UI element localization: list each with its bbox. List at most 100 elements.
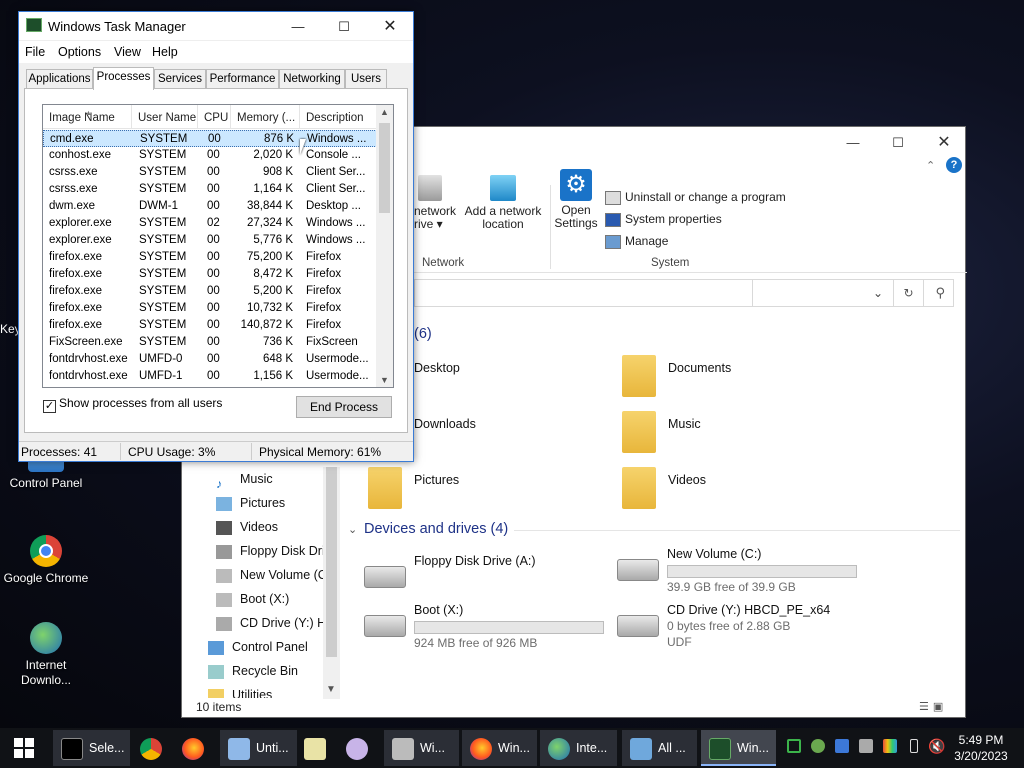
add-network-location-button[interactable]: Add a network location (462, 175, 544, 231)
tab-processes[interactable]: Processes (93, 67, 154, 90)
process-row[interactable]: fontdrvhost.exe UMFD-0 00 648 K Usermode... (43, 351, 377, 368)
scrollbar-thumb[interactable] (326, 467, 337, 657)
nav-item-recycle-bin[interactable]: Recycle Bin (208, 660, 316, 682)
desktop-icon-internet-download[interactable]: Internet Downlo... (0, 622, 92, 688)
taskbar-item-firefox[interactable] (182, 730, 206, 766)
tray-network-tool-icon[interactable] (811, 739, 825, 753)
menu-options[interactable]: Options (58, 45, 101, 59)
nav-item-boot[interactable]: Boot (X:) (216, 588, 324, 610)
maximize-button[interactable]: ☐ (875, 131, 921, 155)
tab-applications[interactable]: Applications (26, 69, 93, 89)
nav-item-cd-drive[interactable]: CD Drive (Y:) H (216, 612, 324, 634)
system-properties-button[interactable]: System properties (605, 210, 722, 228)
taskbar-item-firefox-window[interactable]: Win... (462, 730, 537, 766)
tray-display-icon[interactable] (883, 739, 897, 753)
process-cell-cpu: 00 (207, 251, 220, 263)
nav-item-videos[interactable]: Videos (216, 516, 324, 538)
manage-button[interactable]: Manage (605, 232, 668, 250)
taskbar-item-app-1[interactable] (304, 730, 328, 766)
volume-muted-icon[interactable]: 🔇 (928, 738, 945, 755)
process-row[interactable]: cmd.exe SYSTEM 00 876 K Windows ... (43, 130, 377, 147)
process-list-scrollbar[interactable]: ▲ ▼ (376, 105, 393, 387)
nav-item-music[interactable]: ♪ Music (216, 468, 324, 490)
column-cpu[interactable]: CPU (198, 105, 231, 129)
tray-settings-icon[interactable] (859, 739, 873, 753)
tray-battery-icon[interactable] (787, 739, 801, 753)
hard-drive-icon (216, 568, 232, 583)
clock[interactable]: 5:49 PM 3/20/2023 (950, 732, 1012, 764)
search-input[interactable]: ⚲ (752, 279, 954, 307)
uninstall-program-button[interactable]: Uninstall or change a program (605, 188, 786, 206)
taskbar-item-cmd[interactable]: Sele... (53, 730, 130, 766)
taskbar-item-untitled[interactable]: Unti... (220, 730, 297, 766)
process-row[interactable]: firefox.exe SYSTEM 00 8,472 K Firefox (43, 266, 377, 283)
nav-item-new-volume[interactable]: New Volume (C (216, 564, 324, 586)
scrollbar-thumb[interactable] (379, 123, 390, 213)
nav-item-pictures[interactable]: Pictures (216, 492, 324, 514)
maximize-button[interactable]: ☐ (321, 14, 367, 40)
scroll-down-icon[interactable]: ▼ (380, 375, 389, 385)
process-row[interactable]: fontdrvhost.exe UMFD-1 00 1,156 K Usermode..… (43, 368, 377, 385)
close-button[interactable]: ✕ (921, 131, 967, 155)
menu-view[interactable]: View (114, 45, 141, 59)
process-list[interactable]: ▲ Image Name User Name CPU Memory (... De… (42, 104, 394, 388)
tray-network-icon[interactable] (835, 739, 849, 753)
drive-cd[interactable]: CD Drive (Y:) HBCD_PE_x64 0 bytes free o… (617, 603, 877, 667)
tab-networking[interactable]: Networking (279, 69, 345, 89)
process-row[interactable]: firefox.exe SYSTEM 00 140,872 K Firefox (43, 317, 377, 334)
drive-floppy[interactable]: Floppy Disk Drive (A:) (364, 554, 604, 604)
ribbon-collapse-icon[interactable]: ⌃ (926, 159, 935, 172)
process-row[interactable]: firefox.exe SYSTEM 00 5,200 K Firefox (43, 283, 377, 300)
menu-file[interactable]: File (25, 45, 45, 59)
process-row[interactable]: conhost.exe SYSTEM 00 2,020 K Console ... (43, 147, 377, 164)
taskbar-item-internet-download[interactable]: Inte... (540, 730, 617, 766)
nav-item-control-panel[interactable]: Control Panel (208, 636, 316, 658)
start-button[interactable] (0, 728, 48, 768)
minimize-button[interactable]: — (830, 131, 876, 155)
show-all-users-checkbox[interactable]: ✓ Show processes from all users (43, 396, 222, 413)
clock-date: 3/20/2023 (954, 749, 1008, 763)
process-row[interactable]: explorer.exe SYSTEM 00 5,776 K Windows ... (43, 232, 377, 249)
videos-icon (216, 520, 232, 535)
end-process-button[interactable]: End Process (296, 396, 392, 418)
chevron-down-icon[interactable]: ⌄ (348, 523, 357, 536)
nav-item-utilities[interactable]: Utilities (208, 684, 316, 698)
tab-users[interactable]: Users (345, 69, 387, 89)
scroll-up-icon[interactable]: ▲ (380, 107, 389, 117)
process-row[interactable]: dwm.exe DWM-1 00 38,844 K Desktop ... (43, 198, 377, 215)
close-button[interactable]: ✕ (367, 14, 413, 40)
nav-item-floppy[interactable]: Floppy Disk Dri (216, 540, 324, 562)
process-row[interactable]: explorer.exe SYSTEM 02 27,324 K Windows ... (43, 215, 377, 232)
open-settings-button[interactable]: ⚙ Open Settings (554, 169, 598, 230)
help-icon[interactable]: ? (946, 157, 962, 173)
process-row[interactable]: csrss.exe SYSTEM 00 908 K Client Ser... (43, 164, 377, 181)
nav-scrollbar[interactable]: ▼ (323, 467, 340, 699)
drive-boot[interactable]: Boot (X:) 924 MB free of 926 MB (364, 603, 614, 653)
process-cell-name: csrss.exe (49, 166, 98, 178)
process-row[interactable]: firefox.exe SYSTEM 00 10,732 K Firefox (43, 300, 377, 317)
process-row[interactable]: firefox.exe SYSTEM 00 75,200 K Firefox (43, 249, 377, 266)
column-memory[interactable]: Memory (... (231, 105, 300, 129)
tab-performance[interactable]: Performance (206, 69, 279, 89)
column-description[interactable]: Description (300, 105, 377, 129)
taskbar-item-all[interactable]: All ... (622, 730, 697, 766)
scroll-down-icon[interactable]: ▼ (326, 684, 336, 695)
checkbox-icon[interactable]: ✓ (43, 400, 56, 413)
column-image-name[interactable]: ▲ Image Name (43, 105, 132, 129)
map-network-drive-button[interactable]: network rive ▾ (414, 175, 462, 231)
task-manager-window: Windows Task Manager — ☐ ✕ File Options … (18, 11, 414, 462)
process-row[interactable]: FixScreen.exe SYSTEM 00 736 K FixScreen (43, 334, 377, 351)
desktop-icon-chrome[interactable]: Google Chrome (0, 535, 92, 586)
process-row[interactable]: csrss.exe SYSTEM 00 1,164 K Client Ser... (43, 181, 377, 198)
taskbar-item-app-2[interactable] (346, 730, 370, 766)
tab-services[interactable]: Services (154, 69, 206, 89)
taskbar-item-chrome[interactable] (140, 730, 164, 766)
minimize-button[interactable]: — (275, 14, 321, 40)
taskbar-item-drive-window[interactable]: Wi... (384, 730, 459, 766)
column-user-name[interactable]: User Name (132, 105, 198, 129)
tray-usb-icon[interactable] (910, 739, 918, 753)
menu-help[interactable]: Help (152, 45, 178, 59)
taskbar-item-task-manager[interactable]: Win... (701, 730, 776, 766)
drive-c[interactable]: New Volume (C:) 39.9 GB free of 39.9 GB (617, 547, 877, 597)
view-toggle-icons[interactable]: ☰▣ (919, 700, 947, 713)
